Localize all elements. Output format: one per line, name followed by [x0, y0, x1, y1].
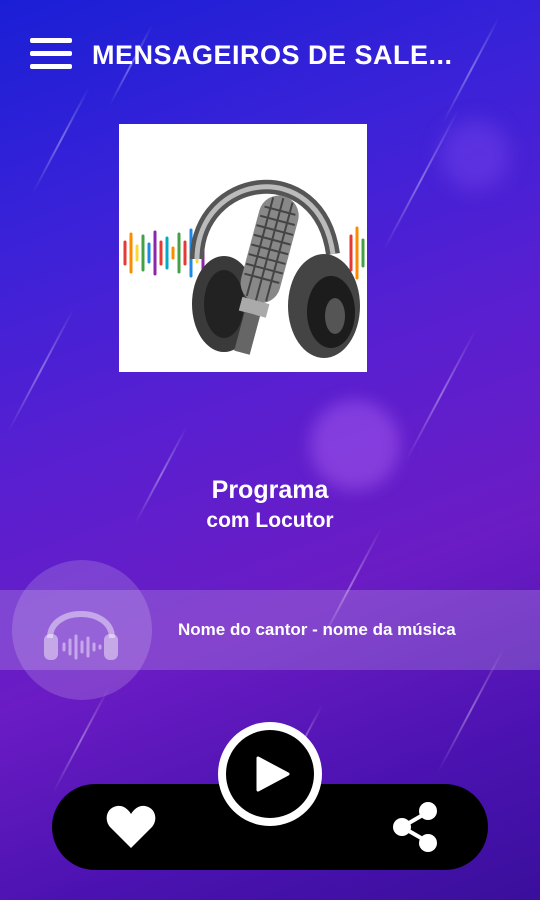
program-name: Programa	[211, 476, 329, 504]
heart-icon[interactable]	[104, 800, 158, 854]
program-info: Programa com Locutor	[0, 476, 540, 533]
share-icon[interactable]	[388, 800, 442, 854]
app-header: MENSAGEIROS DE SALE...	[0, 0, 540, 112]
now-playing-track: Nome do cantor - nome da música	[178, 620, 456, 639]
play-icon	[256, 756, 290, 792]
album-cover	[119, 124, 367, 372]
station-title: MENSAGEIROS DE SALE...	[92, 40, 453, 70]
background-glow	[440, 120, 510, 190]
headphones-microphone-icon	[123, 179, 365, 358]
play-button-inner	[226, 730, 314, 818]
play-button[interactable]	[218, 722, 322, 826]
program-host: com Locutor	[206, 509, 334, 532]
hamburger-menu-icon[interactable]	[30, 38, 72, 74]
headphones-waveform-icon	[44, 611, 118, 660]
